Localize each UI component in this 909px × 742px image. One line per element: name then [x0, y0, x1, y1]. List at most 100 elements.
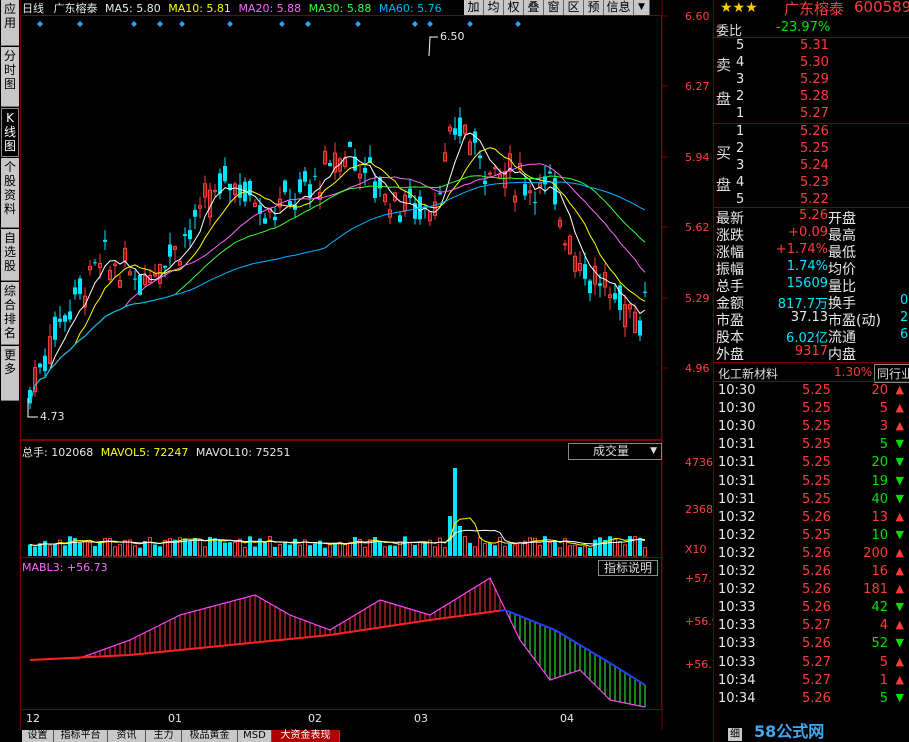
volume-bar [313, 543, 317, 556]
volume-bar [218, 540, 222, 556]
volume-bar [558, 547, 562, 557]
buy-price[interactable]: 5.22 [800, 192, 829, 207]
bottom-tab-2[interactable]: 资讯 [108, 730, 146, 742]
volume-bar [628, 536, 632, 556]
toolbar-forecast-button[interactable]: 预 [584, 0, 604, 15]
bottom-tab-0[interactable]: 设置 [22, 730, 54, 742]
arrow-up-icon: ▲ [895, 401, 904, 415]
signal-diamond [227, 21, 233, 27]
volume-bar [588, 547, 592, 556]
sell-price[interactable]: 5.31 [800, 38, 829, 53]
sell-level: 4 [736, 55, 745, 70]
arrow-down-icon: ▼ [895, 636, 904, 650]
volume-bar [553, 540, 557, 556]
sector-name[interactable]: 化工新材料 [718, 365, 778, 382]
buy-price[interactable]: 5.26 [800, 124, 829, 139]
stat-value: 37.13 [790, 310, 828, 325]
tab-stock-info[interactable]: 个股资料 [1, 158, 19, 228]
tick-price: 5.27 [802, 618, 831, 634]
bottom-tab-4[interactable]: 极品黄金 [182, 730, 238, 742]
bottom-tab-6[interactable]: 大资金表现 [272, 730, 340, 742]
tick-price: 5.25 [802, 527, 831, 543]
volume-bar [388, 545, 392, 556]
tab-ranking[interactable]: 综合排名 [1, 282, 19, 345]
signal-diamond [305, 21, 311, 27]
toolbar-rights-button[interactable]: 权 [504, 0, 524, 15]
price-axis-label: 6.60 [685, 10, 710, 23]
tick-row[interactable]: 10:31 5.25 40 ▼ [718, 492, 908, 510]
volume-bar [118, 544, 122, 557]
volume-bar [48, 544, 52, 557]
tick-row[interactable]: 10:32 5.25 10 ▼ [718, 528, 908, 546]
toolbar-average-button[interactable]: 均 [484, 0, 504, 15]
candle-body [533, 202, 537, 204]
volume-bar [113, 546, 117, 557]
volume-bar [33, 546, 37, 556]
tick-time: 10:31 [718, 491, 756, 507]
tick-row[interactable]: 10:30 5.25 5 ▲ [718, 401, 908, 419]
sell-price[interactable]: 5.30 [800, 55, 829, 70]
sell-price[interactable]: 5.29 [800, 72, 829, 87]
tick-row[interactable]: 10:33 5.27 4 ▲ [718, 618, 908, 636]
toolbar-overlay-button[interactable]: 叠 [524, 0, 544, 15]
tab-intraday[interactable]: 分时图 [1, 47, 19, 107]
tab-watchlist[interactable]: 自选股 [1, 229, 19, 281]
indicator-help-button[interactable]: 指标说明 [598, 560, 658, 576]
chart-area[interactable]: 日线 广东榕泰 MA5: 5.80 MA10: 5.81 MA20: 5.88 … [20, 0, 726, 730]
volume-bar [598, 537, 602, 556]
tick-volume: 20 [871, 455, 888, 471]
stat-value: +1.74% [775, 242, 828, 257]
volume-bar [348, 541, 352, 557]
tick-row[interactable]: 10:33 5.26 42 ▼ [718, 600, 908, 618]
tick-time: 10:32 [718, 545, 756, 561]
indicator-legend: MABL3: +56.73 [22, 561, 108, 574]
toolbar-dropdown-icon[interactable]: ▼ [634, 0, 650, 15]
tick-row[interactable]: 10:32 5.26 16 ▲ [718, 564, 908, 582]
tab-more[interactable]: 更多 [1, 346, 19, 401]
tick-volume: 4 [879, 618, 888, 634]
toolbar-window-button[interactable]: 窗 [544, 0, 564, 15]
kline-chart[interactable] [20, 0, 712, 730]
stat-value-2: 0 [900, 293, 909, 308]
sell-level: 5 [736, 38, 745, 53]
tick-row[interactable]: 10:32 5.26 200 ▲ [718, 546, 908, 564]
tick-row[interactable]: 10:32 5.26 13 ▲ [718, 510, 908, 528]
volume-total-label: 总手: 102068 [22, 446, 94, 459]
tick-row[interactable]: 10:34 5.26 5 ▼ [718, 691, 908, 709]
tick-row[interactable]: 10:34 5.27 1 ▲ [718, 673, 908, 691]
tick-row[interactable]: 10:30 5.25 3 ▲ [718, 419, 908, 437]
sell-price[interactable]: 5.27 [800, 106, 829, 121]
tick-time: 10:30 [718, 383, 756, 398]
sell-level: 2 [736, 89, 745, 104]
tick-row[interactable]: 10:32 5.26 181 ▲ [718, 582, 908, 600]
sell-price[interactable]: 5.28 [800, 89, 829, 104]
tick-detail-tab[interactable]: 细 [728, 728, 742, 741]
arrow-down-icon: ▼ [895, 690, 904, 704]
chevron-down-icon: ▼ [650, 446, 657, 456]
tick-row[interactable]: 10:31 5.25 20 ▼ [718, 455, 908, 473]
tick-price: 5.26 [802, 582, 831, 598]
price-axis-label: 5.29 [685, 292, 710, 305]
bottom-tab-3[interactable]: 主力 [146, 730, 182, 742]
tick-row[interactable]: 10:33 5.26 52 ▼ [718, 636, 908, 654]
candle-body [73, 287, 77, 295]
bottom-tab-5[interactable]: MSD [238, 730, 272, 742]
tick-row[interactable]: 10:31 5.25 5 ▼ [718, 437, 908, 455]
candle-body [133, 278, 137, 280]
buy-price[interactable]: 5.24 [800, 158, 829, 173]
tab-kline[interactable]: K线图 [1, 108, 19, 157]
sell-level: 1 [736, 106, 745, 121]
tick-row[interactable]: 10:30 5.25 20 ▲ [718, 383, 908, 401]
toolbar-add-button[interactable]: 加 [464, 0, 484, 15]
buy-price[interactable]: 5.25 [800, 141, 829, 156]
ma10-line [29, 147, 646, 404]
volume-bar [393, 545, 397, 556]
tick-row[interactable]: 10:31 5.25 19 ▼ [718, 474, 908, 492]
bottom-tab-1[interactable]: 指标平台 [54, 730, 108, 742]
toolbar-range-button[interactable]: 区 [564, 0, 584, 15]
buy-price[interactable]: 5.23 [800, 175, 829, 190]
toolbar-info-button[interactable]: 信息 [604, 0, 634, 15]
tab-apps[interactable]: 应用 [1, 0, 19, 46]
tick-row[interactable]: 10:33 5.27 5 ▲ [718, 655, 908, 673]
volume-indicator-select[interactable]: 成交量 ▼ [568, 443, 662, 460]
